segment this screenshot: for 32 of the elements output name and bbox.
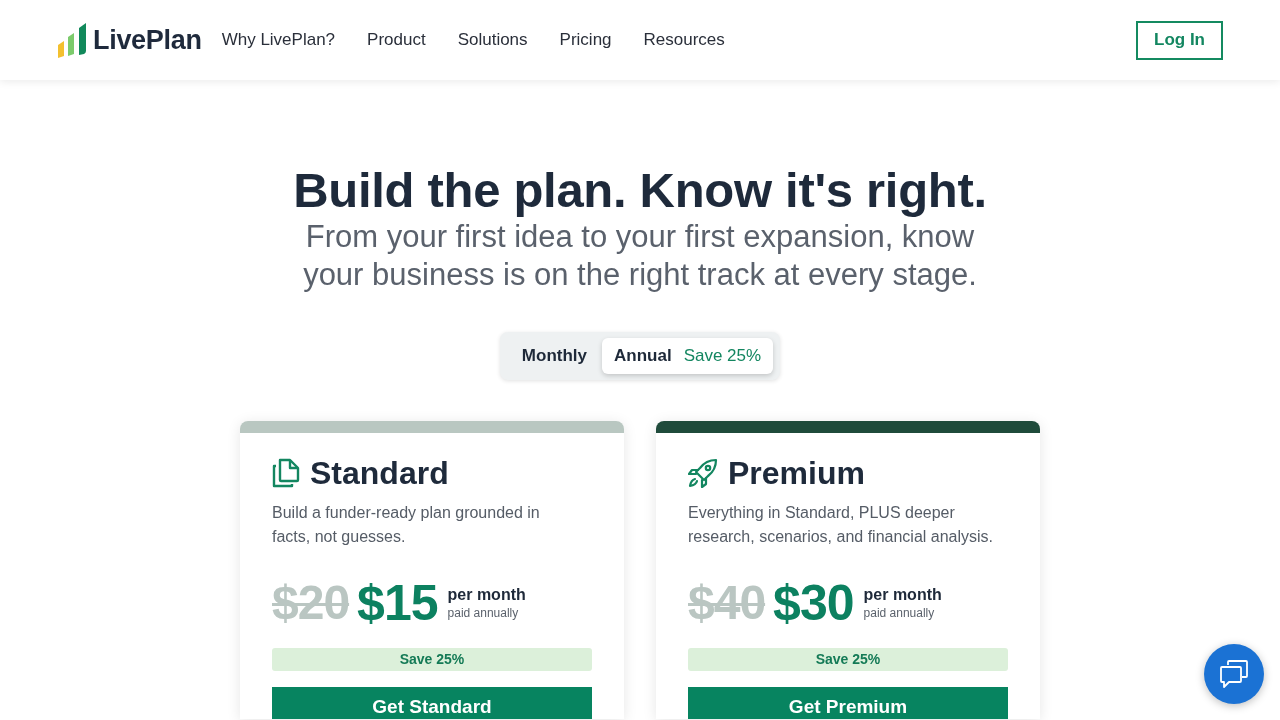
price-period: per month xyxy=(863,585,942,605)
get-plan-button[interactable]: Get Premium xyxy=(688,687,1008,719)
rocket-icon xyxy=(688,458,718,488)
discounted-price: $30 xyxy=(773,575,854,631)
billing-note: paid annually xyxy=(863,605,936,621)
nav-link[interactable]: Resources xyxy=(643,27,725,53)
bar-chart-logo-icon xyxy=(56,22,87,58)
nav-link[interactable]: Why LivePlan? xyxy=(221,27,336,53)
nav-link[interactable]: Product xyxy=(367,27,426,53)
original-price: $20 xyxy=(272,575,350,631)
brand-name: LivePlan xyxy=(93,23,202,57)
plan-name: Premium xyxy=(728,454,865,493)
get-plan-button[interactable]: Get Standard xyxy=(272,687,592,719)
hero-subtitle: From your first idea to your first expansion, know your business is on the right track at every stage. xyxy=(302,218,978,294)
original-price: $40 xyxy=(688,575,766,631)
chat-button[interactable] xyxy=(1204,644,1264,704)
copy-documents-icon xyxy=(272,458,300,488)
plan-name: Standard xyxy=(310,454,449,493)
savings-badge: Save 25% xyxy=(688,648,1008,671)
savings-badge: Save 25% xyxy=(272,648,592,671)
nav-link[interactable]: Solutions xyxy=(457,27,528,53)
plan-description: Everything in Standard, PLUS deeper research, scenarios, and financial analysis. xyxy=(688,503,995,547)
discounted-price: $15 xyxy=(357,575,438,631)
chat-bubbles-icon xyxy=(1220,660,1248,688)
billing-tab[interactable]: Monthly xyxy=(506,338,602,374)
billing-tab[interactable]: Annual Save 25% xyxy=(602,338,774,374)
nav-link[interactable]: Pricing xyxy=(559,27,612,53)
billing-note: paid annually xyxy=(447,605,520,621)
plan-description: Build a funder-ready plan grounded in facts, not guesses. xyxy=(272,503,541,547)
hero-title: Build the plan. Know it's right. xyxy=(293,162,987,218)
login-button[interactable]: Log In xyxy=(1136,20,1223,60)
price-period: per month xyxy=(447,585,526,605)
